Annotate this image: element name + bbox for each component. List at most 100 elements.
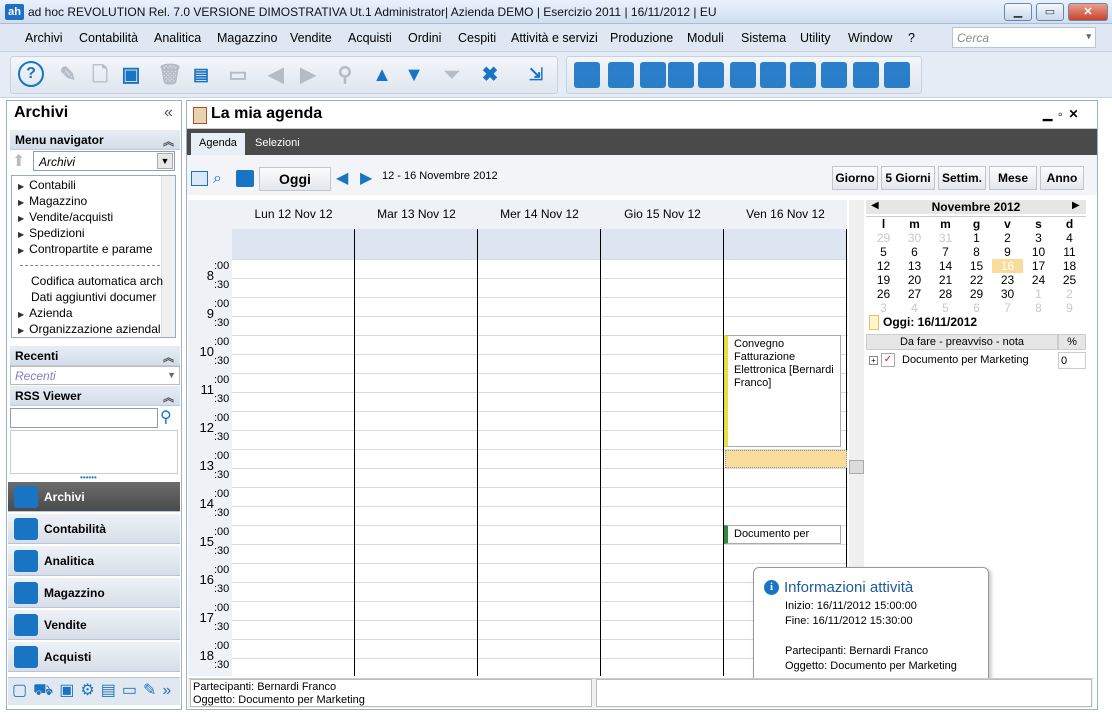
nav-item[interactable]: ▶ Vendite/acquisti bbox=[18, 210, 160, 224]
allday-cell[interactable] bbox=[724, 229, 847, 259]
event-convegno[interactable]: Convegno Fatturazione Elettronica [Berna… bbox=[724, 335, 841, 447]
expand-arrow-icon[interactable]: ▶ bbox=[18, 214, 24, 223]
minical-day[interactable]: 18 bbox=[1054, 259, 1085, 273]
maximize-button[interactable]: ▭ bbox=[1036, 3, 1064, 21]
view-month-button[interactable]: Mese bbox=[989, 166, 1037, 190]
first-icon[interactable]: ▲ bbox=[368, 61, 396, 89]
search-icon[interactable]: ⚲ bbox=[160, 407, 172, 427]
minical-day[interactable]: 22 bbox=[961, 273, 992, 287]
users-icon[interactable] bbox=[668, 62, 694, 88]
query-icon[interactable] bbox=[698, 62, 724, 88]
minical-day[interactable]: 5 bbox=[868, 245, 899, 259]
expand-arrow-icon[interactable]: ▶ bbox=[18, 246, 24, 255]
view-year-button[interactable]: Anno bbox=[1040, 166, 1084, 190]
help-icon[interactable]: ? bbox=[18, 61, 44, 87]
splitter-handle[interactable]: •••••• bbox=[80, 473, 97, 482]
minical-day[interactable]: 3 bbox=[868, 301, 899, 315]
menu-item-7[interactable]: Cespiti bbox=[458, 31, 496, 45]
nav-item[interactable]: ▶ Magazzino bbox=[18, 194, 160, 208]
nav-item[interactable]: ▶ Spedizioni bbox=[18, 226, 160, 240]
expand-arrow-icon[interactable]: ▶ bbox=[18, 198, 24, 207]
nav-item[interactable]: Codifica automatica arch bbox=[31, 274, 173, 288]
event-documento[interactable]: Documento per bbox=[724, 525, 841, 544]
minical-day[interactable]: 17 bbox=[1023, 259, 1054, 273]
edit-doc-icon[interactable] bbox=[730, 62, 756, 88]
day-header[interactable]: Lun 12 Nov 12 bbox=[232, 200, 355, 229]
menu-item-10[interactable]: Moduli bbox=[687, 31, 724, 45]
minical-day[interactable]: 6 bbox=[899, 245, 930, 259]
big-nav-archivi[interactable]: Archivi bbox=[8, 482, 180, 512]
view-week-button[interactable]: Settim. bbox=[938, 166, 986, 190]
recenti-header[interactable]: Recenti ︽ bbox=[10, 346, 180, 366]
agenda-window-controls[interactable]: ▁▫✕ bbox=[1043, 107, 1085, 121]
expand-arrow-icon[interactable]: ▶ bbox=[18, 326, 24, 335]
day-header[interactable]: Mer 14 Nov 12 bbox=[478, 200, 601, 229]
nav-item[interactable]: ▶ Azienda bbox=[18, 306, 160, 320]
menu-item-9[interactable]: Produzione bbox=[610, 31, 673, 45]
recenti-combo[interactable]: Recenti ▼ bbox=[10, 366, 180, 385]
expand-icon[interactable]: + bbox=[869, 356, 878, 365]
big-nav-analitica[interactable]: Analitica bbox=[8, 546, 180, 576]
folder-icon[interactable] bbox=[853, 62, 879, 88]
minical-day[interactable]: 2 bbox=[992, 231, 1023, 245]
expand-icon[interactable]: ⇲ bbox=[522, 61, 550, 89]
minical-day[interactable]: 5 bbox=[930, 301, 961, 315]
nav-item[interactable]: ▶ Contabili bbox=[18, 178, 160, 192]
minical-day[interactable]: 3 bbox=[1023, 231, 1054, 245]
collapse-icon[interactable]: ︽ bbox=[163, 389, 174, 405]
big-nav-contabilità[interactable]: Contabilità bbox=[8, 514, 180, 544]
minical-day[interactable]: 28 bbox=[930, 287, 961, 301]
minical-day[interactable]: 11 bbox=[1054, 245, 1085, 259]
print-icon[interactable] bbox=[236, 170, 254, 187]
minical-day[interactable]: 30 bbox=[899, 231, 930, 245]
menu-navigator-header[interactable]: Menu navigator ︽ bbox=[10, 130, 180, 150]
selected-slot[interactable] bbox=[725, 450, 847, 468]
rss-viewer-header[interactable]: RSS Viewer ︽ bbox=[10, 386, 180, 406]
allday-cell[interactable] bbox=[478, 229, 601, 259]
chevron-down-icon[interactable]: ▼ bbox=[157, 153, 173, 169]
big-nav-magazzino[interactable]: Magazzino bbox=[8, 578, 180, 608]
minical-day[interactable]: 26 bbox=[868, 287, 899, 301]
minical-day[interactable]: 30 bbox=[992, 287, 1023, 301]
previous-week-icon[interactable]: ◀ bbox=[336, 168, 348, 188]
rss-url-input[interactable] bbox=[10, 408, 158, 428]
collapse-panel-icon[interactable]: « bbox=[164, 104, 173, 122]
today-label[interactable]: Oggi: 16/11/2012 bbox=[883, 315, 977, 329]
menu-item-1[interactable]: Contabilità bbox=[79, 31, 138, 45]
minical-day[interactable]: 19 bbox=[868, 273, 899, 287]
menu-item-3[interactable]: Magazzino bbox=[217, 31, 277, 45]
minical-day[interactable]: 7 bbox=[992, 301, 1023, 315]
expand-arrow-icon[interactable]: ▶ bbox=[18, 182, 24, 191]
scrollbar-thumb[interactable] bbox=[849, 460, 864, 474]
calendar-icon[interactable] bbox=[884, 62, 910, 88]
minical-day[interactable]: 9 bbox=[1054, 301, 1085, 315]
minical-day[interactable]: 16 bbox=[992, 259, 1023, 273]
minical-day[interactable]: 10 bbox=[1023, 245, 1054, 259]
menu-item-2[interactable]: Analitica bbox=[154, 31, 201, 45]
allday-cell[interactable] bbox=[601, 229, 724, 259]
next-week-icon[interactable]: ▶ bbox=[360, 168, 372, 188]
navigator-combo[interactable]: Archivi ▼ bbox=[33, 151, 175, 171]
minical-day[interactable]: 20 bbox=[899, 273, 930, 287]
scrollbar[interactable] bbox=[161, 176, 175, 337]
search-input[interactable]: Cerca ▾ bbox=[952, 27, 1096, 48]
allday-cell[interactable] bbox=[232, 229, 355, 259]
minical-day[interactable]: 24 bbox=[1023, 273, 1054, 287]
minical-day[interactable]: 25 bbox=[1054, 273, 1085, 287]
minical-day[interactable]: 31 bbox=[930, 231, 961, 245]
menu-item-13[interactable]: Window bbox=[848, 31, 892, 45]
chevron-down-icon[interactable]: ▼ bbox=[167, 370, 176, 380]
import-icon[interactable] bbox=[574, 62, 600, 88]
close-button[interactable]: ✕ bbox=[1068, 3, 1108, 21]
menu-item-6[interactable]: Ordini bbox=[408, 31, 441, 45]
cancel-icon[interactable]: ✖ bbox=[476, 61, 504, 89]
tab-agenda[interactable]: Agenda bbox=[191, 133, 245, 155]
module-shortcut-icons[interactable]: ▢⛟▣⚙▤▭✎» bbox=[12, 680, 177, 701]
save-icon[interactable]: ▣ bbox=[117, 61, 145, 89]
minical-day[interactable]: 6 bbox=[961, 301, 992, 315]
menu-item-4[interactable]: Vendite bbox=[290, 31, 332, 45]
chart-icon[interactable] bbox=[821, 62, 847, 88]
minical-day[interactable]: 21 bbox=[930, 273, 961, 287]
minical-day[interactable]: 1 bbox=[961, 231, 992, 245]
chevron-down-icon[interactable]: ▾ bbox=[1086, 31, 1091, 42]
